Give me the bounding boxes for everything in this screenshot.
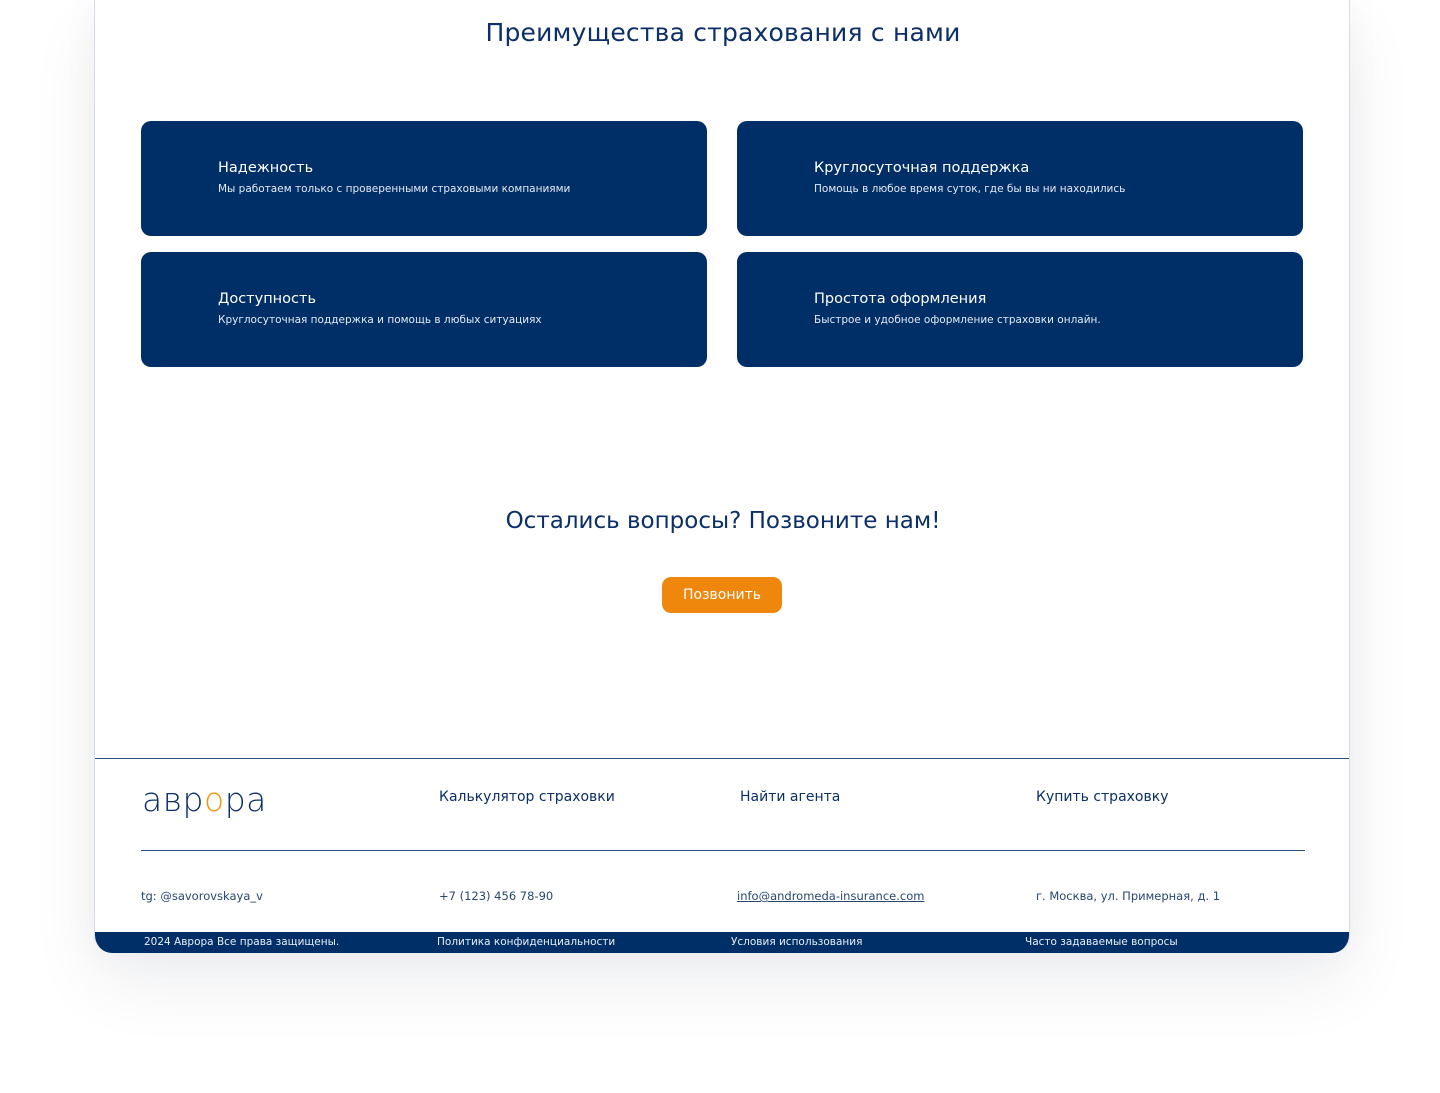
footer-bottom-bar: 2024 Аврора Все права защищены. Политика… bbox=[95, 932, 1349, 953]
advantage-card-title: Доступность bbox=[218, 291, 316, 307]
privacy-policy-link[interactable]: Политика конфиденциальности bbox=[437, 936, 615, 949]
advantage-card-reliability: Надежность Мы работаем только с проверен… bbox=[141, 121, 707, 236]
advantage-card-title: Надежность bbox=[218, 160, 314, 176]
advantage-card-support: Круглосуточная поддержка Помощь в любое … bbox=[737, 121, 1303, 236]
logo[interactable]: аврора bbox=[142, 780, 267, 820]
advantage-card-description: Мы работаем только с проверенными страхо… bbox=[218, 183, 571, 195]
footer-divider-top bbox=[95, 758, 1349, 759]
contact-telegram: tg: @savorovskaya_v bbox=[141, 889, 263, 903]
contact-email-link[interactable]: info@andromeda-insurance.com bbox=[737, 889, 924, 903]
advantage-card-accessibility: Доступность Круглосуточная поддержка и п… bbox=[141, 252, 707, 367]
questions-title: Остались вопросы? Позвоните нам! bbox=[505, 508, 941, 534]
advantage-card-description: Быстрое и удобное оформление страховки о… bbox=[814, 314, 1101, 326]
advantage-card-simplicity: Простота оформления Быстрое и удобное оф… bbox=[737, 252, 1303, 367]
footer-link-calculator[interactable]: Калькулятор страховки bbox=[439, 789, 615, 805]
advantage-card-description: Круглосуточная поддержка и помощь в любы… bbox=[218, 314, 542, 326]
footer-link-buy-insurance[interactable]: Купить страховку bbox=[1036, 789, 1169, 805]
call-button[interactable]: Позвонить bbox=[662, 577, 782, 613]
faq-link[interactable]: Часто задаваемые вопросы bbox=[1025, 936, 1178, 949]
advantage-card-description: Помощь в любое время суток, где бы вы ни… bbox=[814, 183, 1126, 195]
logo-text-start: авр bbox=[142, 780, 205, 819]
advantage-card-title: Круглосуточная поддержка bbox=[814, 160, 1030, 176]
copyright-text: 2024 Аврора Все права защищены. bbox=[144, 936, 340, 948]
contact-address: г. Москва, ул. Примерная, д. 1 bbox=[1036, 889, 1221, 903]
advantages-title: Преимущества страхования с нами bbox=[485, 18, 961, 47]
terms-of-use-link[interactable]: Условия использования bbox=[731, 936, 862, 949]
logo-text-end: ра bbox=[224, 780, 267, 819]
footer-divider-middle bbox=[141, 850, 1305, 851]
page-frame: Преимущества страхования с нами Надежнос… bbox=[94, 0, 1350, 953]
footer-link-find-agent[interactable]: Найти агента bbox=[740, 789, 840, 805]
page: Преимущества страхования с нами Надежнос… bbox=[0, 0, 1440, 1093]
contact-phone: +7 (123) 456 78-90 bbox=[439, 889, 554, 903]
logo-text-accent: о bbox=[204, 780, 225, 819]
advantage-card-title: Простота оформления bbox=[814, 291, 987, 307]
